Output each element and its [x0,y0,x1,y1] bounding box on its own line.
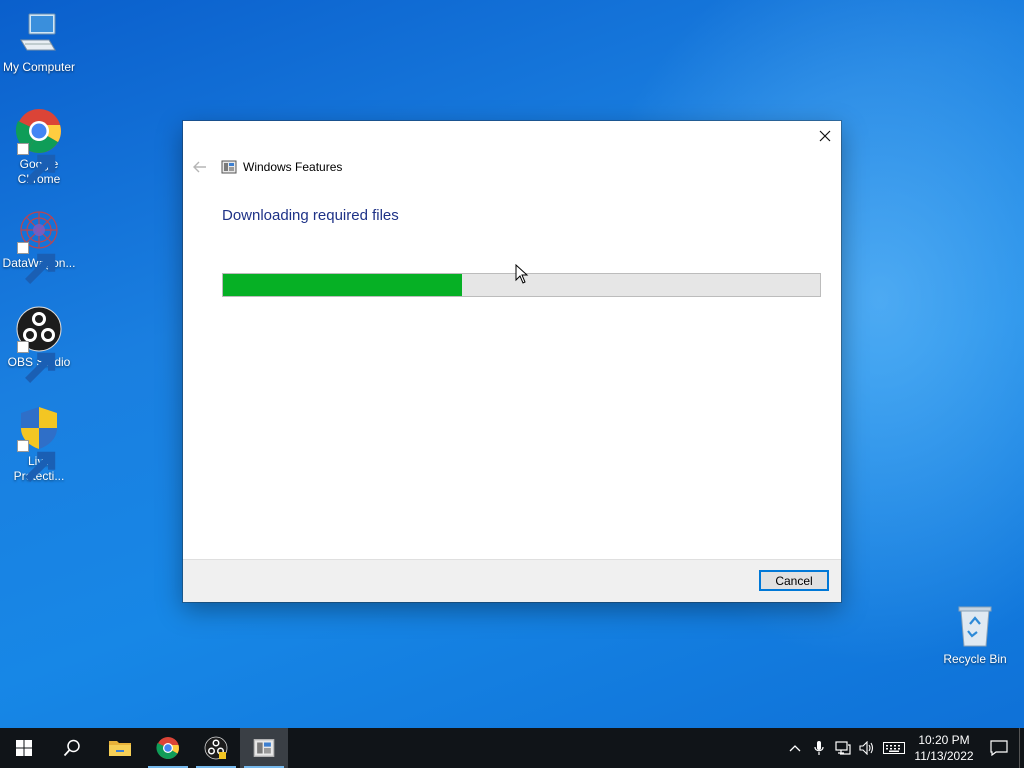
notification-icon [990,740,1008,756]
speaker-icon [859,741,874,755]
dialog-titlebar: Windows Features [191,157,342,177]
dialog-title: Windows Features [243,160,343,174]
obs-icon [15,305,63,383]
status-heading: Downloading required files [222,207,399,224]
datawagon-icon [15,206,63,284]
desktop-icon-datawagon[interactable]: DataWagon... [1,206,77,284]
desktop-icon-my-computer[interactable]: My Computer [1,10,77,75]
desktop-icon-recycle-bin[interactable]: Recycle Bin [937,602,1013,667]
clock-date: 11/13/2022 [914,749,974,763]
shortcut-arrow-icon [17,143,56,185]
windows-features-dialog: Windows Features Downloading required fi… [183,121,841,602]
dialog-footer: Cancel [183,559,841,602]
cancel-button[interactable]: Cancel [759,570,829,591]
shield-icon [15,404,63,482]
progress-fill [223,274,462,296]
desktop-icon-live-protection[interactable]: Live Protecti... [1,404,77,484]
close-icon [819,130,831,142]
desktop-icon-label: Recycle Bin [943,652,1007,666]
file-explorer-icon [109,741,131,756]
microphone-icon [814,741,824,755]
start-button[interactable] [0,728,48,768]
obs-icon [204,736,228,760]
taskbar-file-explorer[interactable] [96,728,144,768]
clock-time: 10:20 PM [918,733,970,747]
shortcut-arrow-icon [17,341,56,383]
chevron-up-icon [789,745,801,752]
back-arrow-icon [193,161,206,173]
taskbar-clock[interactable]: 10:20 PM 11/13/2022 [909,732,979,764]
keyboard-button[interactable] [879,728,909,768]
mouse-cursor-icon [515,264,529,284]
desktop-icon-label: My Computer [2,60,76,74]
show-desktop-button[interactable] [1019,728,1024,768]
start-icon [16,740,32,756]
back-button[interactable] [191,158,209,176]
system-tray: 10:20 PM 11/13/2022 [783,728,1024,768]
microphone-button[interactable] [807,728,831,768]
computer-icon [15,10,63,58]
volume-button[interactable] [855,728,879,768]
desktop-icon-obs-studio[interactable]: OBS Studio [1,305,77,383]
network-button[interactable] [831,728,855,768]
taskbar-chrome[interactable] [144,728,192,768]
windows-features-icon [253,739,275,757]
action-center-button[interactable] [979,728,1019,768]
keyboard-icon [883,742,905,754]
show-hidden-icons-button[interactable] [783,728,807,768]
windows-features-icon [221,160,237,174]
close-button[interactable] [809,121,841,151]
taskbar-windows-features[interactable] [240,728,288,768]
chrome-icon [156,737,179,759]
shortcut-arrow-icon [17,440,56,482]
network-icon [835,741,851,755]
taskbar-obs[interactable] [192,728,240,768]
taskbar: 10:20 PM 11/13/2022 [0,728,1024,768]
desktop-icon-google-chrome[interactable]: Google Chrome [1,107,77,187]
search-icon [63,739,80,757]
search-button[interactable] [48,728,96,768]
chrome-icon [15,107,63,185]
recycle-bin-icon [951,602,999,650]
shortcut-arrow-icon [17,242,56,284]
